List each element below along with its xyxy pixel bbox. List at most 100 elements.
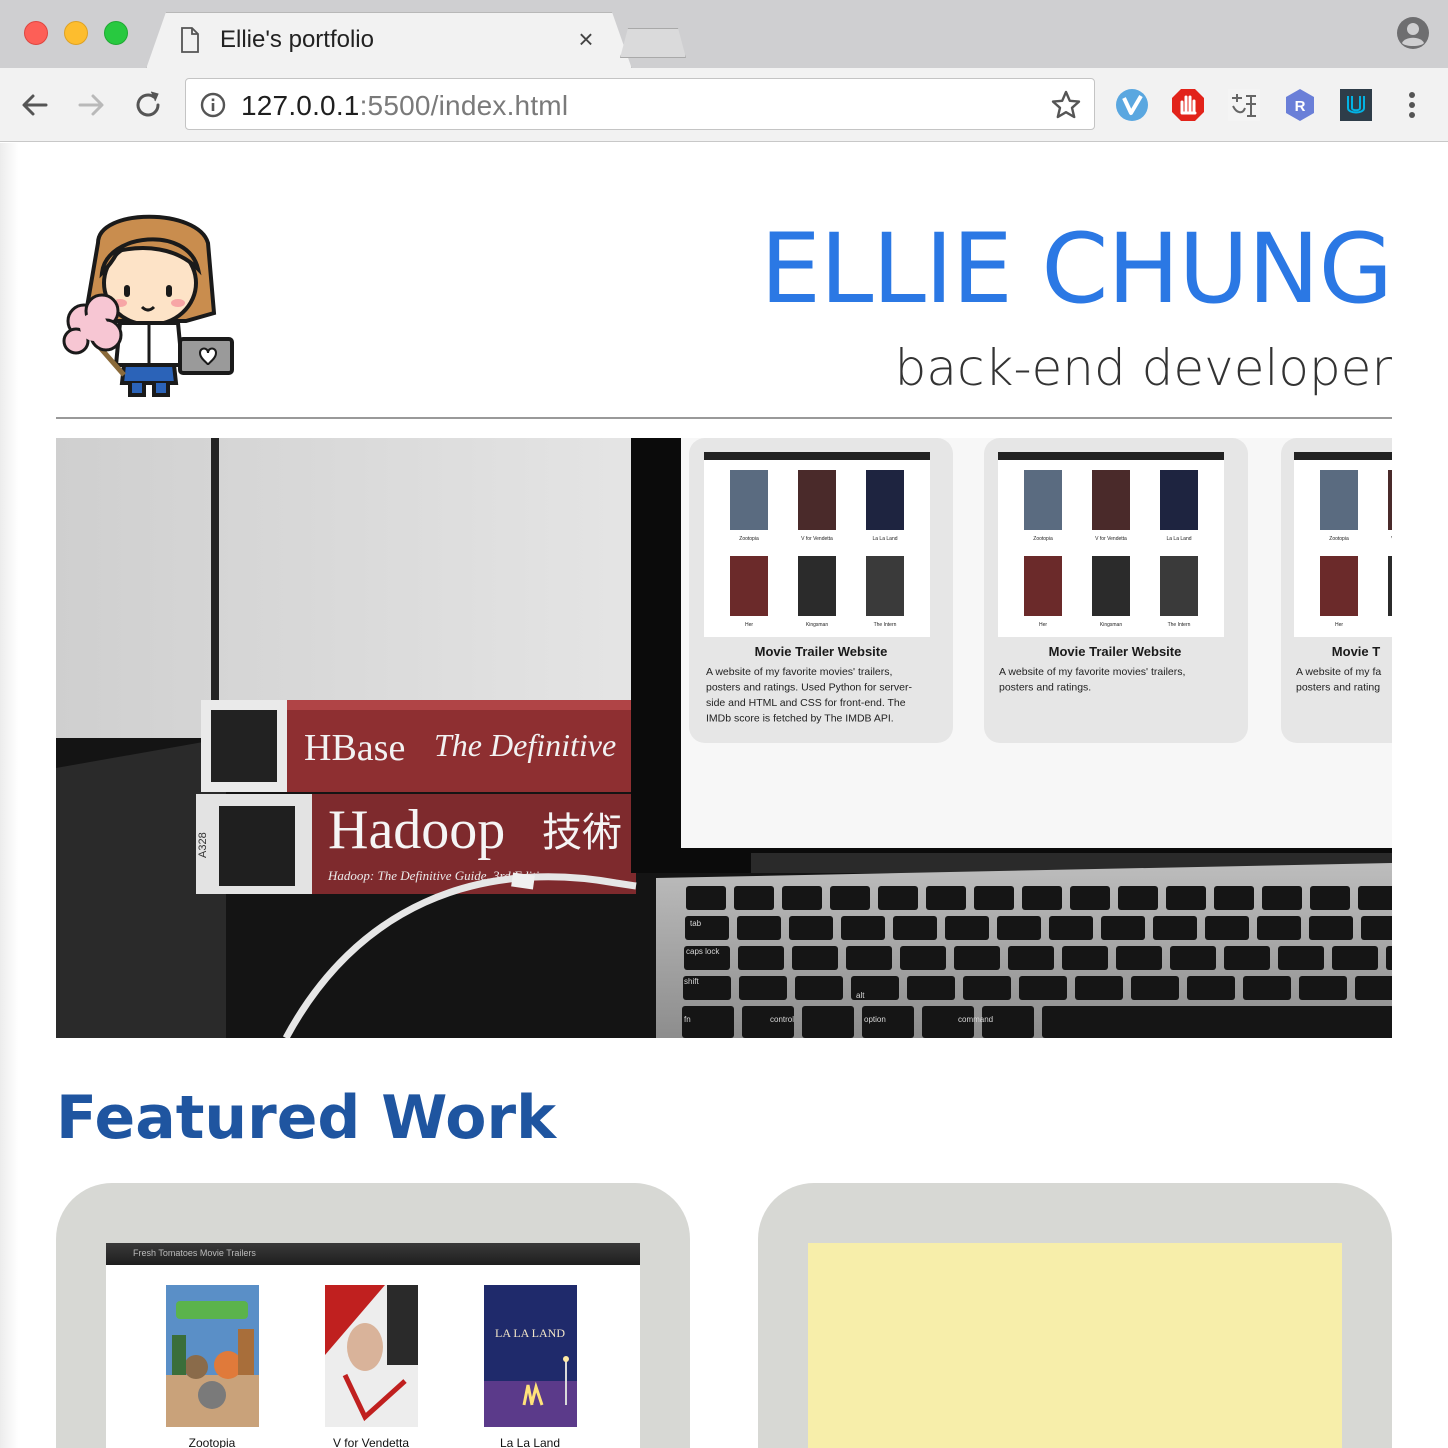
project-card-movie-trailer[interactable]: Fresh Tomatoes Movie Trailers LA LA LAND… [56,1183,690,1448]
keyboard-key [1358,886,1392,910]
poster-zootopia[interactable] [166,1285,259,1427]
screenshot-navbar: Fresh Tomatoes Movie Trailers [106,1243,640,1265]
keyboard-key [1386,946,1392,970]
header-divider [56,417,1392,419]
keyboard-key-label: fn [684,1015,691,1024]
screen-poster [1092,556,1130,616]
poster-label: V for Vendetta [332,1436,410,1448]
keyboard-key [1299,976,1347,1000]
book-spine-code: A328 [197,832,209,858]
keyboard-key [1332,946,1378,970]
keyboard-key [1310,886,1350,910]
keyboard-key [782,886,822,910]
keyboard-key [1062,946,1108,970]
keyboard-key [795,976,843,1000]
vimium-icon[interactable] [1115,88,1149,122]
screen-poster-label: La La Land [872,536,897,542]
svg-text:R: R [1295,98,1306,115]
profile-icon[interactable] [1396,16,1430,50]
bookmark-star-icon[interactable] [1050,89,1082,121]
reload-icon[interactable] [131,88,165,122]
keyboard-key [686,886,726,910]
keyboard-key [1170,946,1216,970]
page-content: ELLIE CHUNG back-end developer HBase The… [0,143,1448,1448]
poster-label: La La Land [499,1436,561,1448]
keyboard-key [1309,916,1353,940]
adblock-icon[interactable] [1171,88,1205,122]
keyboard-key-label: control [770,1015,794,1024]
keyboard-key [1257,916,1301,940]
keyboard-key [1019,976,1067,1000]
screen-poster-label: The Intern [874,622,897,628]
keyboard-key [893,916,937,940]
keyboard-key [1118,886,1158,910]
screen-poster-label: Her [1039,622,1047,628]
poster-la-la-land[interactable]: LA LA LAND [484,1285,577,1427]
screen-card-desc: A website of my favorite movies' trailer… [999,666,1185,678]
screen-poster [1320,470,1358,530]
back-arrow-icon[interactable] [18,88,52,122]
keyboard-key [1278,946,1324,970]
keyboard-key [1049,916,1093,940]
keyboard-key [1101,916,1145,940]
screen-poster [1160,470,1198,530]
keyboard-key [1070,886,1110,910]
more-menu-icon[interactable] [1398,88,1426,122]
avatar [62,214,234,397]
screen-poster-label: V for Vendetta [1391,536,1392,542]
udacity-icon[interactable] [1339,88,1373,122]
screen-poster-label: The Intern [1168,622,1191,628]
book-bottom-cjk: 技術 [542,810,622,856]
keyboard-key [792,946,838,970]
keyboard-key [878,886,918,910]
screen-poster-label: V for Vendetta [1095,536,1127,542]
book-top-subtitle: The Definitive [434,727,616,763]
screen-card-desc: side and HTML and CSS for front-end. The [706,697,906,709]
keyboard-key [963,976,1011,1000]
keyboard-key [789,916,833,940]
project-card-2[interactable] [758,1183,1392,1448]
close-tab-icon[interactable]: × [574,24,598,55]
keyboard-key [841,916,885,940]
screen-card-desc: posters and rating [1296,682,1380,694]
keyboard-key [1214,886,1254,910]
page-subtitle: back-end developer [894,339,1392,397]
keyboard-key [1022,886,1062,910]
minimize-window-button[interactable] [64,21,88,45]
keyboard-key [830,886,870,910]
tab-active[interactable] [146,12,632,69]
keyboard-key [1205,916,1249,940]
screen-card-desc: IMDb score is fetched by The IMDB API. [706,713,894,725]
poster-v-for-vendetta[interactable] [325,1285,418,1427]
keyboard-key [900,946,946,970]
project-placeholder[interactable] [808,1243,1342,1448]
tab-title: Ellie's portfolio [220,26,374,53]
screen-poster-label: Her [745,622,753,628]
keyboard-key-label: tab [690,919,702,928]
keyboard-key [737,916,781,940]
page-title: ELLIE CHUNG [760,213,1393,325]
keyboard-key [1361,916,1392,940]
screen-card-desc: posters and ratings. Used Python for ser… [706,682,913,694]
screen-poster [1388,556,1392,616]
keyboard-key [974,886,1014,910]
screenshot-navbar-title: Fresh Tomatoes Movie Trailers [133,1248,256,1258]
address-bar[interactable]: 127.0.0.1:5500/index.html [185,78,1095,130]
forward-arrow-icon[interactable] [74,88,108,122]
close-window-button[interactable] [24,21,48,45]
screen-poster [866,470,904,530]
r-extension-icon[interactable]: R [1283,88,1317,122]
info-icon[interactable] [200,92,226,118]
new-tab-button[interactable] [620,28,686,58]
maximize-window-button[interactable] [104,21,128,45]
screen-card-title: Movie Trailer Website [755,644,888,659]
keyboard-key-label: caps lock [686,947,720,956]
screen-poster-label: Zootopia [739,536,759,542]
keyboard-key [1262,886,1302,910]
keyboard-key [997,916,1041,940]
translate-icon[interactable] [1227,88,1261,122]
project-screenshot[interactable]: Fresh Tomatoes Movie Trailers LA LA LAND… [106,1243,640,1448]
keyboard-key [738,946,784,970]
keyboard-key [1187,976,1235,1000]
url-host: 127.0.0.1 [241,90,360,121]
